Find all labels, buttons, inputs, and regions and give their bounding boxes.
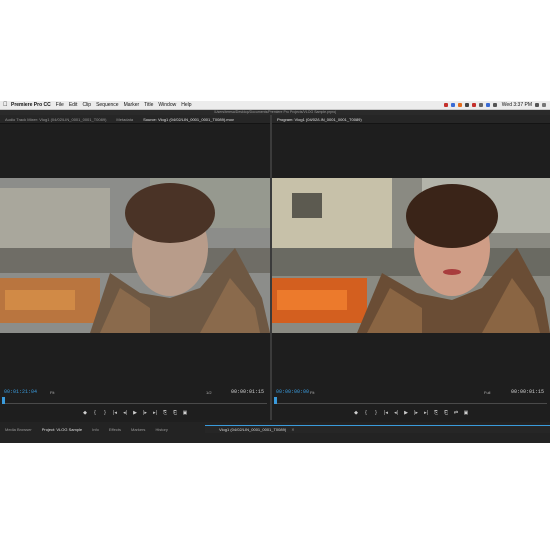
extract-icon[interactable]: ⎗ [444,410,449,416]
source-playhead[interactable] [2,397,5,404]
program-resolution-dropdown[interactable]: Full [484,390,490,395]
apple-icon[interactable]:  [3,102,8,108]
menu-marker[interactable]: Marker [124,102,140,108]
insert-icon[interactable]: ⎘ [163,410,168,416]
lift-icon[interactable]: ⎘ [434,410,439,416]
notification-center-icon[interactable] [542,103,546,107]
project-tabbar: Media Browser Project: VLOG Sample Info … [0,425,195,433]
source-tabbar: Audio Track Mixer: Vlog1 (04/02/LIN_0001… [0,115,270,124]
menu-app[interactable]: Premiere Pro CC [11,102,51,108]
play-icon[interactable]: ▶ [133,410,138,416]
menu-window[interactable]: Window [158,102,176,108]
program-tabbar: Program: Vlog1 (04/02/LIN_0001_0001_T008… [272,115,550,124]
tab-audio-track-mixer[interactable]: Audio Track Mixer: Vlog1 (04/02/LIN_0001… [0,117,111,122]
menu-help[interactable]: Help [181,102,191,108]
source-video-frame[interactable] [0,178,270,333]
tab-project[interactable]: Project: VLOG Sample [37,427,87,432]
step-forward-icon[interactable]: |▸ [414,410,419,416]
go-to-out-icon[interactable]: ▸| [153,410,158,416]
tab-media-browser[interactable]: Media Browser [0,427,37,432]
step-back-icon[interactable]: ◂| [123,410,128,416]
overwrite-icon[interactable]: ⎗ [173,410,178,416]
menu-sequence[interactable]: Sequence [96,102,119,108]
program-time-ruler[interactable] [275,399,547,404]
timeline-sequence-name: Vlog1 (04/02/LIN_0001_0001_T0089) [219,427,287,432]
close-icon[interactable]: ✕ [291,427,294,432]
source-resolution-dropdown[interactable]: 1/2 [206,390,212,395]
source-monitor: Audio Track Mixer: Vlog1 (04/02/LIN_0001… [0,115,270,420]
program-timecode-out: 00:00:01:15 [510,389,544,395]
tray-volume-icon[interactable] [478,103,483,107]
mark-in-icon[interactable]: { [93,410,98,416]
mark-in-icon[interactable]: { [364,410,369,416]
tab-program[interactable]: Program: Vlog1 (04/02/LIN_0001_0001_T008… [272,117,367,122]
menu-file[interactable]: File [56,102,64,108]
tray-wifi-icon[interactable] [464,103,469,107]
menubar-tray: Wed 3:37 PM [443,102,550,108]
export-frame-icon[interactable]: ▣ [464,410,469,416]
tray-battery-icon[interactable] [492,103,497,107]
source-timecode-out: 00:00:01:15 [230,389,264,395]
program-video-frame[interactable] [272,178,550,333]
tray-app-icon-3[interactable] [471,103,476,107]
tray-app-icon-2[interactable] [457,103,462,107]
mark-out-icon[interactable]: } [374,410,379,416]
play-icon[interactable]: ▶ [404,410,409,416]
bottom-panels: Media Browser Project: VLOG Sample Info … [0,422,550,443]
search-icon[interactable] [535,103,539,107]
go-to-out-icon[interactable]: ▸| [424,410,429,416]
menu-edit[interactable]: Edit [69,102,78,108]
program-monitor: Program: Vlog1 (04/02/LIN_0001_0001_T008… [272,115,550,420]
program-fit-dropdown[interactable]: Fit [310,390,314,395]
go-to-in-icon[interactable]: |◂ [113,410,118,416]
tab-effects[interactable]: Effects [104,427,126,432]
tab-metadata[interactable]: Metadata [111,117,138,122]
program-transport: ◆ { } |◂ ◂| ▶ |▸ ▸| ⎘ ⎗ ⇄ ▣ [272,410,550,416]
menubar-clock[interactable]: Wed 3:37 PM [502,102,532,108]
menu-title[interactable]: Title [144,102,153,108]
menu-clip[interactable]: Clip [82,102,91,108]
tray-dropbox-icon[interactable] [450,103,455,107]
add-marker-icon[interactable]: ◆ [83,410,88,416]
source-timecode-in[interactable]: 00:01:21:04 [4,389,37,395]
program-playhead[interactable] [274,397,277,404]
source-transport: ◆ { } |◂ ◂| ▶ |▸ ▸| ⎘ ⎗ ▣ [0,410,270,416]
step-back-icon[interactable]: ◂| [394,410,399,416]
tab-info[interactable]: Info [87,427,104,432]
tray-bluetooth-icon[interactable] [485,103,490,107]
program-controls: 00:00:00:00 Fit Full 00:00:01:15 ◆ { } |… [272,381,550,421]
tray-app-icon[interactable] [443,103,448,107]
source-fit-dropdown[interactable]: Fit [50,390,54,395]
step-forward-icon[interactable]: |▸ [143,410,148,416]
tab-markers[interactable]: Markers [126,427,150,432]
program-timecode-in[interactable]: 00:00:00:00 [276,389,309,395]
mac-menubar:  Premiere Pro CC File Edit Clip Sequenc… [0,101,550,110]
tab-timeline[interactable]: Vlog1 (04/02/LIN_0001_0001_T0089) ✕ [205,425,550,433]
mark-out-icon[interactable]: } [103,410,108,416]
compare-icon[interactable]: ⇄ [454,410,459,416]
go-to-in-icon[interactable]: |◂ [384,410,389,416]
tab-source[interactable]: Source: Vlog1 (04/02/LIN_0001_0001_T0089… [138,117,239,122]
tab-history[interactable]: History [150,427,172,432]
source-time-ruler[interactable] [3,399,267,404]
source-controls: 00:01:21:04 Fit 1/2 00:00:01:15 ◆ { } |◂… [0,381,270,421]
premiere-window: /Users/teresa/Desktop/Documents/Premiere… [0,110,550,443]
export-frame-icon[interactable]: ▣ [183,410,188,416]
add-marker-icon[interactable]: ◆ [354,410,359,416]
